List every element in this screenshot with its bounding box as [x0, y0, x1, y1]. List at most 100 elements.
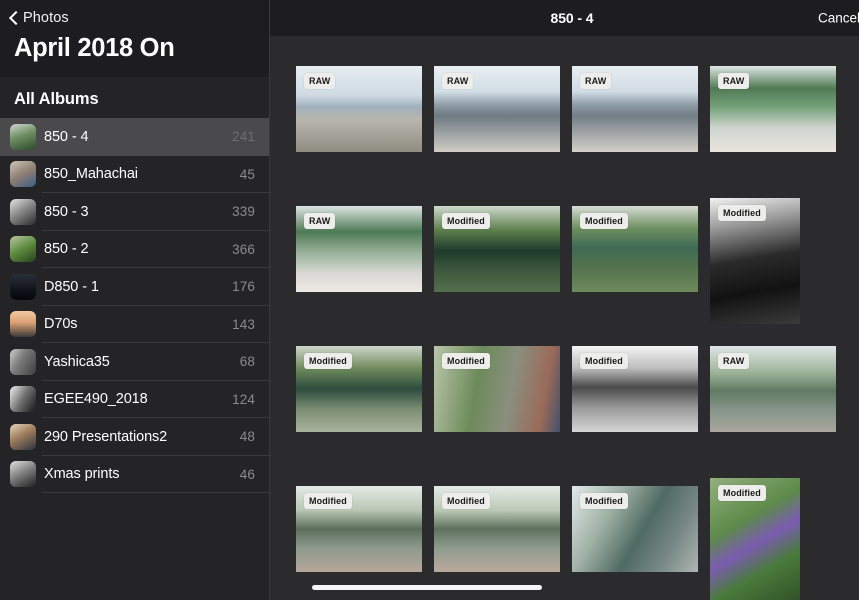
photo-thumbnail[interactable]: Modified: [572, 206, 698, 292]
album-thumbnail: [10, 386, 36, 413]
album-photo-count: 339: [232, 204, 255, 220]
sidebar-album-row[interactable]: 850 - 2 366: [0, 231, 269, 268]
album-thumbnail: [10, 423, 36, 450]
photo-format-badge: Modified: [304, 493, 352, 509]
sidebar-album-row[interactable]: 850 - 4 241: [0, 118, 269, 156]
all-albums-heading: All Albums: [14, 90, 99, 108]
photo-format-badge: RAW: [718, 353, 750, 369]
photo-grid-cell: Modified: [434, 198, 572, 338]
album-photo-count: 46: [239, 466, 255, 482]
photo-grid-cell: Modified: [572, 198, 710, 338]
photo-grid-row: RAW RAW RAW RAW: [296, 58, 848, 198]
photo-thumbnail[interactable]: Modified: [710, 198, 800, 324]
sidebar-album-row[interactable]: EGEE490_2018 124: [0, 381, 269, 418]
all-albums-section: All Albums 850 - 4 241 850_Mahachai 45 850 -…: [0, 77, 269, 600]
sidebar-header: Photos April 2018 On: [0, 0, 269, 77]
album-thumbnail: [10, 311, 36, 338]
album-photo-count: 68: [239, 354, 255, 370]
album-photo-count: 45: [239, 166, 255, 182]
photo-grid-cell: RAW: [710, 338, 848, 478]
photo-grid-scroll-area[interactable]: RAW RAW RAW RAW RAW Modified Modified Modified M…: [270, 36, 859, 600]
photo-format-badge: Modified: [580, 353, 628, 369]
photo-thumbnail[interactable]: Modified: [296, 486, 422, 572]
photo-thumbnail[interactable]: RAW: [572, 66, 698, 152]
photo-grid-row: RAW Modified Modified Modified: [296, 198, 848, 338]
detail-navigation-bar: 850 - 4 Cancel: [270, 0, 859, 36]
photo-thumbnail[interactable]: Modified: [572, 346, 698, 432]
album-name-label: 850 - 3: [44, 203, 89, 220]
photo-thumbnail[interactable]: RAW: [710, 66, 836, 152]
cancel-button[interactable]: Cancel: [818, 11, 859, 26]
chevron-left-icon: [8, 11, 20, 25]
photo-grid-cell: Modified: [296, 338, 434, 478]
album-name-label: 850 - 4: [44, 128, 89, 145]
photo-thumbnail[interactable]: Modified: [572, 486, 698, 572]
photo-thumbnail[interactable]: Modified: [296, 346, 422, 432]
album-thumbnail: [10, 198, 36, 225]
album-name-label: 290 Presentations2: [44, 428, 168, 445]
album-title: 850 - 4: [550, 10, 594, 26]
sidebar-album-row[interactable]: D70s 143: [0, 306, 269, 343]
photo-format-badge: Modified: [442, 353, 490, 369]
back-button-label: Photos: [23, 10, 69, 26]
album-photo-count: 48: [239, 429, 255, 445]
album-photo-count: 124: [232, 391, 255, 407]
photo-format-badge: RAW: [304, 73, 336, 89]
sidebar-album-row[interactable]: Xmas prints 46: [0, 456, 269, 493]
album-photo-count: 143: [232, 316, 255, 332]
photo-format-badge: Modified: [304, 353, 352, 369]
back-to-photos-button[interactable]: Photos: [0, 4, 269, 32]
album-thumbnail: [10, 273, 36, 300]
albums-sidebar: Photos April 2018 On All Albums 850 - 4 2…: [0, 0, 270, 600]
album-thumbnail: [10, 348, 36, 375]
sidebar-album-row[interactable]: 850 - 3 339: [0, 193, 269, 231]
sidebar-album-row[interactable]: Yashica35 68: [0, 343, 269, 381]
photo-format-badge: Modified: [718, 485, 766, 501]
photo-thumbnail[interactable]: RAW: [710, 346, 836, 432]
photo-format-badge: RAW: [580, 73, 612, 89]
photo-format-badge: Modified: [580, 213, 628, 229]
album-photo-count: 241: [232, 129, 255, 145]
album-name-label: D850 - 1: [44, 278, 99, 295]
album-name-label: D70s: [44, 316, 78, 333]
album-thumbnail: [10, 236, 36, 263]
sidebar-album-row[interactable]: 290 Presentations2 48: [0, 418, 269, 456]
photo-grid-cell: Modified: [710, 198, 848, 338]
photo-thumbnail[interactable]: RAW: [296, 66, 422, 152]
photo-grid-cell: RAW: [296, 198, 434, 338]
photo-grid-cell: RAW: [710, 58, 848, 198]
album-name-label: 850 - 2: [44, 241, 89, 258]
photo-grid-cell: Modified: [296, 478, 434, 600]
photo-grid-row: Modified Modified Modified RAW: [296, 338, 848, 478]
photo-thumbnail[interactable]: Modified: [434, 486, 560, 572]
photo-thumbnail[interactable]: Modified: [434, 206, 560, 292]
sidebar-album-row[interactable]: D850 - 1 176: [0, 268, 269, 306]
album-photo-count: 366: [232, 241, 255, 257]
photo-format-badge: Modified: [442, 213, 490, 229]
sidebar-album-row[interactable]: 850_Mahachai 45: [0, 156, 269, 193]
photo-format-badge: RAW: [304, 213, 336, 229]
album-list: 850 - 4 241 850_Mahachai 45 850 - 3 339 850 - …: [0, 118, 269, 493]
list-divider: [42, 492, 269, 493]
album-name-label: Xmas prints: [44, 466, 120, 483]
photo-grid-cell: Modified: [710, 478, 848, 600]
photo-grid-cell: RAW: [296, 58, 434, 198]
album-name-label: Yashica35: [44, 353, 110, 370]
photo-thumbnail[interactable]: RAW: [434, 66, 560, 152]
photo-grid-cell: Modified: [434, 478, 572, 600]
photo-thumbnail[interactable]: Modified: [434, 346, 560, 432]
album-detail-panel: 850 - 4 Cancel RAW RAW RAW RAW RAW Modified Mo…: [270, 0, 859, 600]
photo-grid-cell: RAW: [572, 58, 710, 198]
home-indicator[interactable]: [312, 584, 542, 590]
album-thumbnail: [10, 461, 36, 488]
photo-grid: RAW RAW RAW RAW RAW Modified Modified Modified M…: [270, 36, 859, 600]
photo-format-badge: RAW: [442, 73, 474, 89]
photo-grid-cell: Modified: [434, 338, 572, 478]
photo-thumbnail[interactable]: RAW: [296, 206, 422, 292]
album-thumbnail: [10, 161, 36, 188]
photo-format-badge: RAW: [718, 73, 750, 89]
photo-format-badge: Modified: [580, 493, 628, 509]
photo-format-badge: Modified: [718, 205, 766, 221]
photo-thumbnail[interactable]: Modified: [710, 478, 800, 600]
photo-grid-cell: RAW: [434, 58, 572, 198]
